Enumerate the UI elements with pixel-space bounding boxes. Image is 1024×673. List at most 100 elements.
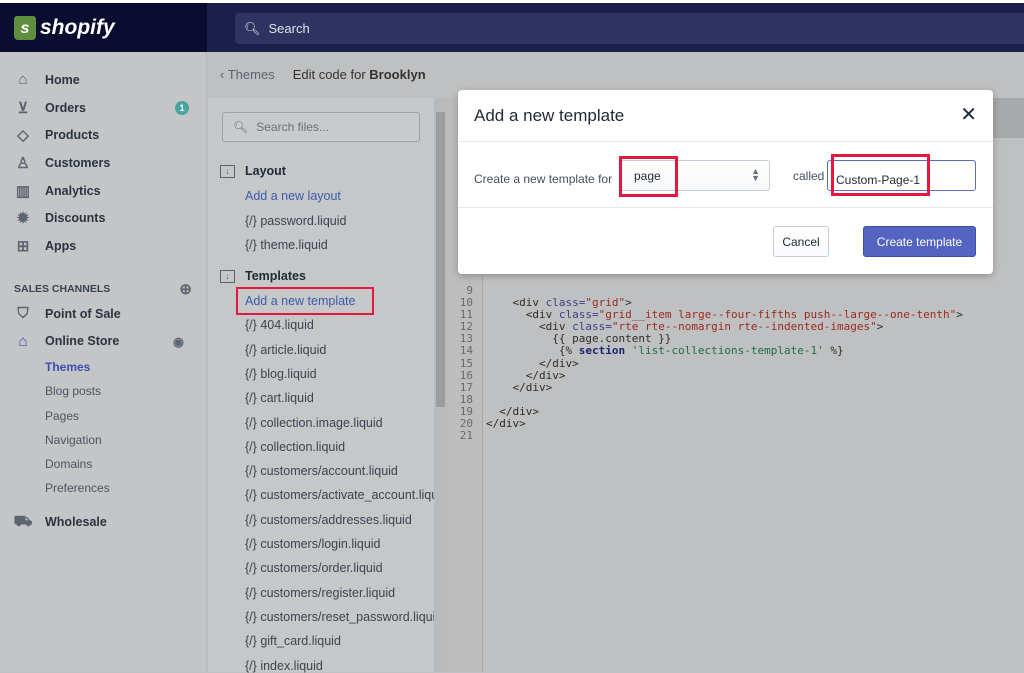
sidebar-sub-navigation[interactable]: Navigation bbox=[0, 428, 206, 452]
file-name: collection.liquid bbox=[260, 439, 346, 454]
liquid-file-icon: {/} bbox=[245, 439, 257, 454]
file-name: customers/reset_password.liquid bbox=[260, 609, 443, 624]
liquid-file-icon: {/} bbox=[245, 634, 257, 649]
theme-name: Brooklyn bbox=[369, 67, 426, 82]
line-number: 14 bbox=[459, 344, 473, 358]
code-line: 14 {% section 'list-collections-template… bbox=[447, 345, 963, 357]
file-item[interactable]: {/} theme.liquid bbox=[245, 238, 328, 252]
sidebar-item-apps[interactable]: ⊞ Apps bbox=[0, 232, 206, 260]
scrollbar-thumb[interactable] bbox=[436, 112, 445, 407]
line-number: 16 bbox=[459, 368, 473, 382]
file-item[interactable]: {/} gift_card.liquid bbox=[245, 634, 341, 648]
sidebar-item-label: Point of Sale bbox=[45, 306, 121, 321]
sidebar-item-discounts[interactable]: ✹ Discounts bbox=[0, 204, 206, 232]
search-icon: 🔍︎ bbox=[233, 120, 249, 134]
file-name: blog.liquid bbox=[260, 366, 317, 381]
back-to-themes-link[interactable]: ‹ Themes bbox=[220, 67, 275, 82]
code-editor[interactable]: 9 10 <div class="grid"> 11 <div class="gri… bbox=[447, 284, 963, 442]
folder-label: Layout bbox=[245, 164, 286, 178]
breadcrumb: ‹ Themes Edit code for Brooklyn bbox=[220, 67, 426, 82]
apps-icon: ⊞ bbox=[16, 237, 30, 255]
sidebar-item-customers[interactable]: ♙ Customers bbox=[0, 149, 206, 177]
liquid-file-icon: {/} bbox=[245, 464, 257, 479]
sidebar-item-products[interactable]: ◇ Products bbox=[0, 121, 206, 149]
add-channel-icon[interactable]: ⊕ bbox=[179, 280, 192, 298]
file-item[interactable]: {/} customers/account.liquid bbox=[245, 464, 398, 478]
modal-title: Add a new template bbox=[474, 105, 625, 125]
search-files-placeholder: Search files... bbox=[256, 120, 329, 134]
sidebar-item-analytics[interactable]: ▥ Analytics bbox=[0, 177, 206, 205]
store-icon: ⌂ bbox=[18, 332, 28, 350]
code-line: 15 </div> bbox=[447, 356, 963, 370]
layout-folder[interactable]: ↓ Layout bbox=[220, 164, 286, 178]
file-name: index.liquid bbox=[260, 658, 323, 673]
sidebar-item-label: Discounts bbox=[45, 211, 106, 226]
sidebar-sub-pages[interactable]: Pages bbox=[0, 404, 206, 428]
file-item[interactable]: {/} index.liquid bbox=[245, 659, 323, 673]
sidebar-item-orders[interactable]: ⊻ Orders 1 bbox=[0, 94, 206, 122]
file-name: customers/register.liquid bbox=[260, 585, 396, 600]
title-prefix: Edit code for bbox=[292, 67, 370, 82]
sidebar-item-wholesale[interactable]: ⛟ Wholesale bbox=[0, 508, 206, 536]
file-name: collection.image.liquid bbox=[260, 415, 383, 430]
sidebar: ⌂ Home ⊻ Orders 1 ◇ Products ♙ Customers ▥ Ana… bbox=[0, 52, 207, 672]
file-list-scrollbar[interactable] bbox=[434, 98, 447, 672]
sidebar-item-label: Orders bbox=[45, 100, 86, 115]
file-item[interactable]: {/} cart.liquid bbox=[245, 391, 314, 405]
file-name: theme.liquid bbox=[260, 238, 328, 252]
code-line: 20 </div> bbox=[447, 417, 963, 430]
file-item[interactable]: {/} collection.liquid bbox=[245, 440, 345, 454]
create-template-button[interactable]: Create template bbox=[863, 226, 976, 257]
sidebar-item-point-of-sale[interactable]: ⛉ Point of Sale bbox=[0, 300, 206, 328]
sidebar-item-home[interactable]: ⌂ Home bbox=[0, 66, 206, 94]
close-icon[interactable]: ✕ bbox=[960, 102, 977, 127]
add-template-modal: Add a new template ✕ Create a new templa… bbox=[458, 90, 993, 274]
liquid-file-icon: {/} bbox=[245, 238, 257, 252]
line-number: 15 bbox=[459, 356, 473, 370]
file-item[interactable]: {/} blog.liquid bbox=[245, 367, 317, 381]
folder-icon: ↓ bbox=[220, 269, 235, 283]
discount-icon: ✹ bbox=[16, 210, 30, 228]
templates-folder[interactable]: ↓ Templates bbox=[220, 269, 306, 283]
liquid-file-icon: {/} bbox=[245, 391, 257, 406]
sales-channels-header: SALES CHANNELS ⊕ bbox=[0, 278, 206, 300]
template-for-label: Create a new template for bbox=[474, 172, 613, 186]
back-label: Themes bbox=[227, 67, 275, 82]
file-item[interactable]: {/} article.liquid bbox=[245, 343, 326, 357]
file-item[interactable]: {/} customers/activate_account.liquid bbox=[245, 488, 448, 502]
file-item[interactable]: {/} customers/addresses.liquid bbox=[245, 513, 412, 527]
liquid-file-icon: {/} bbox=[245, 213, 257, 228]
file-item[interactable]: {/} collection.image.liquid bbox=[245, 416, 383, 430]
code-text: {% section 'list-collections-template-1'… bbox=[486, 344, 844, 358]
view-store-eye-icon[interactable]: ◉ bbox=[173, 334, 184, 349]
file-name: customers/activate_account.liquid bbox=[260, 488, 448, 503]
sidebar-item-label: Online Store bbox=[45, 334, 120, 349]
highlight-box-name bbox=[831, 154, 930, 196]
file-item[interactable]: {/} customers/register.liquid bbox=[245, 586, 395, 600]
sidebar-item-label: Customers bbox=[45, 155, 111, 170]
forklift-icon: ⛟ bbox=[13, 512, 33, 530]
bar-chart-icon: ▥ bbox=[15, 182, 31, 200]
sidebar-item-online-store[interactable]: ⌂ Online Store ◉ bbox=[0, 328, 206, 356]
code-line: 16 </div> bbox=[447, 368, 963, 382]
shopify-logo[interactable]: s shopify bbox=[0, 3, 207, 52]
liquid-file-icon: {/} bbox=[245, 512, 257, 527]
file-item[interactable]: {/} customers/login.liquid bbox=[245, 537, 381, 551]
file-name: gift_card.liquid bbox=[260, 634, 341, 649]
file-item[interactable]: {/} customers/reset_password.liquid bbox=[245, 610, 442, 624]
sidebar-sub-themes[interactable]: Themes bbox=[0, 355, 206, 379]
highlight-box-select bbox=[619, 156, 678, 197]
sidebar-sub-preferences[interactable]: Preferences bbox=[0, 476, 206, 500]
add-layout-link[interactable]: Add a new layout bbox=[245, 189, 341, 203]
file-name: customers/addresses.liquid bbox=[260, 512, 412, 527]
file-item[interactable]: {/} 404.liquid bbox=[245, 318, 314, 332]
cancel-button[interactable]: Cancel bbox=[773, 226, 829, 257]
file-item[interactable]: {/} customers/order.liquid bbox=[245, 561, 383, 575]
file-name: cart.liquid bbox=[260, 391, 314, 406]
search-files-input[interactable]: 🔍︎ Search files... bbox=[222, 112, 420, 142]
folder-icon: ↓ bbox=[220, 164, 235, 178]
sidebar-sub-blog-posts[interactable]: Blog posts bbox=[0, 379, 206, 403]
file-item[interactable]: {/} password.liquid bbox=[245, 214, 346, 228]
global-search[interactable]: 🔍︎ Search bbox=[235, 13, 1024, 44]
sidebar-sub-domains[interactable]: Domains bbox=[0, 452, 206, 476]
